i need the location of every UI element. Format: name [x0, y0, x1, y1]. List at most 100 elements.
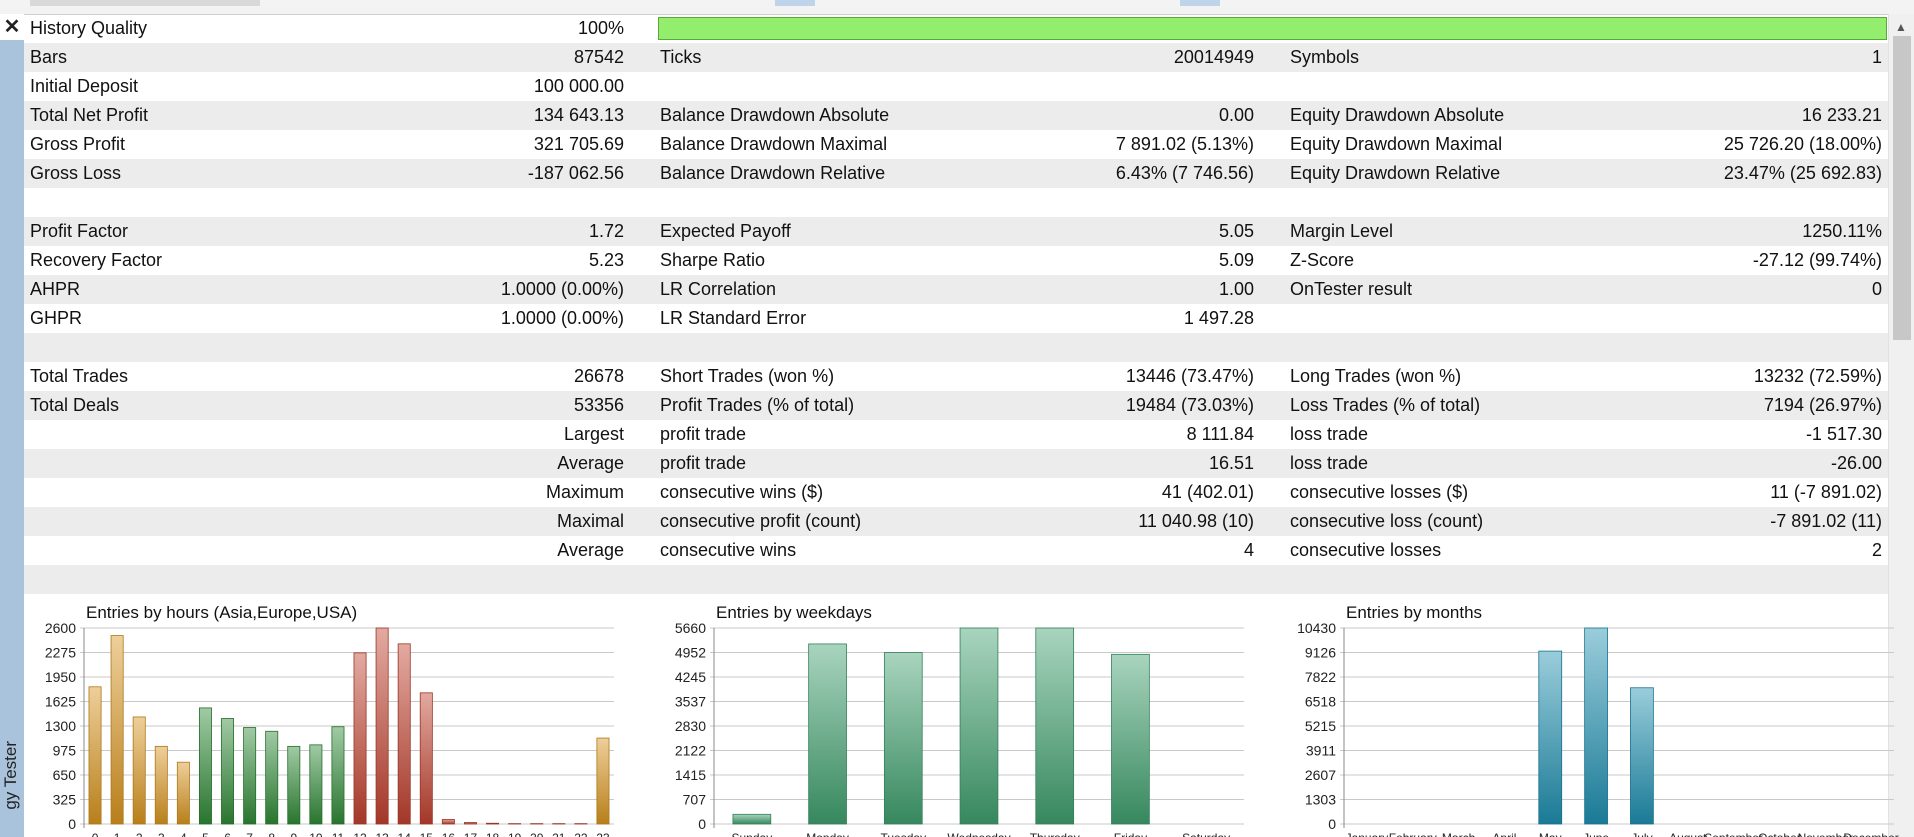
y-tick-label: 3537	[675, 694, 706, 710]
chart-bar	[221, 718, 235, 825]
x-tick-label: 13	[375, 831, 389, 837]
side-panel: gy Tester	[0, 14, 24, 837]
y-tick-label: 1625	[45, 694, 76, 710]
stat-value: 1 497.28	[1183, 308, 1254, 328]
stat-row: Total Deals 53356 Profit Trades (% of tota…	[24, 391, 1888, 420]
stat-row: GHPR 1.0000 (0.00%) LR Standard Error 1 497…	[24, 304, 1888, 333]
scrollbar-thumb[interactable]	[1893, 36, 1911, 340]
x-tick-label: April	[1492, 831, 1516, 837]
chart-bar	[132, 716, 146, 825]
y-tick-label: 975	[53, 743, 77, 759]
chart-bar	[331, 726, 345, 825]
chart-bar	[265, 730, 279, 825]
y-tick-label: 2122	[675, 743, 706, 759]
stat-label: Margin Level	[1290, 221, 1394, 241]
chart-bar	[883, 652, 923, 825]
x-tick-label: 15	[420, 831, 434, 837]
x-tick-label: 21	[552, 831, 566, 837]
stat-value: 0.00	[1218, 105, 1254, 125]
chart-bar	[353, 652, 367, 825]
stat-label: consecutive profit (count)	[660, 511, 862, 531]
hours-chart-svg: Entries by hours (Asia,Europe,USA)260022…	[45, 603, 614, 837]
x-tick-label: 16	[442, 831, 456, 837]
stat-value: 20014949	[1173, 47, 1254, 67]
stat-value: 2	[1871, 540, 1882, 560]
close-icon[interactable]: ✕	[0, 14, 24, 40]
stat-value: 16 233.21	[1801, 105, 1882, 125]
x-tick-label: 23	[596, 831, 610, 837]
report-table: History Quality 100% Bars 87542 Ticks 20014…	[24, 14, 1888, 594]
chart-bar	[441, 819, 455, 825]
y-tick-label: 5215	[1305, 718, 1336, 734]
stat-label: Balance Drawdown Maximal	[660, 134, 888, 154]
stat-label: loss trade	[1290, 424, 1369, 444]
chart-bar	[596, 737, 610, 825]
chart-bar	[463, 822, 477, 825]
y-tick-label: 10430	[1297, 620, 1336, 636]
stat-label: Loss Trades (% of total)	[1290, 395, 1481, 415]
stat-label: Equity Drawdown Absolute	[1290, 105, 1505, 125]
x-tick-label: 10	[309, 831, 323, 837]
x-tick-label: 17	[464, 831, 478, 837]
x-tick-label: January	[1346, 831, 1389, 837]
y-tick-label: 0	[1328, 816, 1336, 832]
chart-bar	[287, 745, 301, 825]
x-tick-label: 20	[530, 831, 544, 837]
stat-row	[24, 333, 1888, 362]
stat-value: 19484 (73.03%)	[1125, 395, 1254, 415]
chart-bar	[1584, 627, 1608, 825]
stat-label: Balance Drawdown Relative	[660, 163, 886, 183]
stat-value: -7 891.02 (11)	[1770, 511, 1882, 531]
y-tick-label: 4245	[675, 669, 706, 685]
chart-bar	[243, 727, 257, 825]
x-tick-label: Thursday	[1030, 831, 1080, 837]
stat-value: 11 (-7 891.02)	[1770, 482, 1882, 502]
stat-value: Maximum	[545, 482, 624, 502]
chart-bar	[397, 643, 411, 825]
stat-label: Profit Factor	[30, 221, 129, 241]
stat-row: Initial Deposit 100 000.00	[24, 72, 1888, 101]
stat-value: 13232 (72.59%)	[1753, 366, 1882, 386]
stat-row: Bars 87542 Ticks 20014949 Symbols 1	[24, 43, 1888, 72]
stat-row: Maximum consecutive wins ($) 41 (402.01) co…	[24, 478, 1888, 507]
stat-row: Gross Profit 321 705.69 Balance Drawdown M…	[24, 130, 1888, 159]
stat-row: Average profit trade 16.51 loss trade -26.00	[24, 449, 1888, 478]
stat-value: 41 (402.01)	[1161, 482, 1254, 502]
x-tick-label: Tuesday	[880, 831, 926, 837]
stat-value: -26.00	[1830, 453, 1882, 473]
chart-bar	[154, 745, 168, 825]
chart-bar	[732, 813, 772, 825]
y-tick-label: 2600	[45, 620, 76, 636]
stat-value: 25 726.20 (18.00%)	[1723, 134, 1882, 154]
stat-label: LR Correlation	[660, 279, 777, 299]
stat-label: consecutive wins	[660, 540, 797, 560]
x-tick-label: Saturday	[1182, 831, 1230, 837]
stat-value: 23.47% (25 692.83)	[1723, 163, 1882, 183]
x-tick-label: December	[1843, 831, 1898, 837]
chart-bar	[486, 822, 500, 825]
strategy-tester-tab[interactable]: gy Tester	[1, 741, 25, 831]
chart-bar	[1630, 687, 1654, 825]
stat-row: Gross Loss -187 062.56 Balance Drawdown Re…	[24, 159, 1888, 188]
stat-value: 11 040.98 (10)	[1138, 511, 1254, 531]
stat-value: -187 062.56	[527, 163, 624, 183]
x-tick-label: Friday	[1114, 831, 1147, 837]
charts-area: Entries by hours (Asia,Europe,USA) 2600 22…	[24, 588, 1899, 837]
x-tick-label: 7	[246, 831, 253, 837]
stat-row: Total Trades 26678 Short Trades (won %) 134…	[24, 362, 1888, 391]
stat-value: Maximal	[556, 511, 624, 531]
stat-label: Sharpe Ratio	[660, 250, 766, 270]
x-tick-label: 9	[290, 831, 297, 837]
history-quality-row: History Quality 100%	[24, 14, 1888, 43]
scroll-up-icon[interactable]: ▲	[1895, 20, 1907, 34]
chart-title: Entries by weekdays	[716, 603, 872, 622]
chart-entries-by-hours: Entries by hours (Asia,Europe,USA) 2600 22…	[24, 588, 644, 837]
chart-title: Entries by months	[1346, 603, 1482, 622]
stat-row: Total Net Profit 134 643.13 Balance Drawdo…	[24, 101, 1888, 130]
y-tick-label: 1303	[1305, 792, 1336, 808]
stat-value: 1.00	[1218, 279, 1254, 299]
stat-value: -27.12 (99.74%)	[1752, 250, 1882, 270]
stat-label: Symbols	[1290, 47, 1360, 67]
y-tick-label: 1300	[45, 718, 76, 734]
stat-value: Largest	[563, 424, 624, 444]
